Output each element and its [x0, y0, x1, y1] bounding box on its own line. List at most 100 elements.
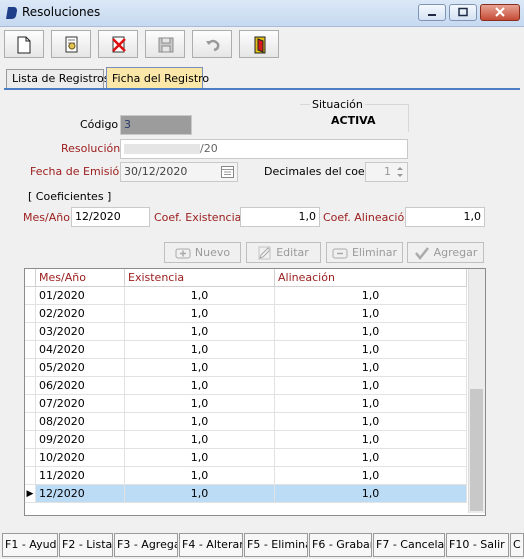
cell-mes-ano[interactable]: 10/2020 — [36, 449, 125, 467]
delete-button[interactable] — [98, 30, 138, 58]
cell-existencia[interactable]: 1,0 — [125, 467, 275, 485]
nuevo-button[interactable]: Nuevo — [164, 242, 241, 263]
cell-alineacion[interactable]: 1,0 — [275, 323, 467, 341]
save-button[interactable] — [145, 30, 185, 58]
cell-mes-ano[interactable]: 03/2020 — [36, 323, 125, 341]
table-row[interactable]: 03/2020 1,0 1,0 — [25, 323, 467, 341]
fecha-emision-value: 30/12/2020 — [124, 165, 188, 178]
eliminar-button[interactable]: Eliminar — [326, 242, 403, 263]
undo-button[interactable] — [192, 30, 232, 58]
fecha-emision-field[interactable]: 30/12/2020 — [120, 162, 238, 182]
cell-existencia[interactable]: 1,0 — [125, 395, 275, 413]
cell-alineacion[interactable]: 1,0 — [275, 467, 467, 485]
new-button[interactable] — [4, 30, 44, 58]
minimize-button[interactable] — [418, 4, 446, 21]
table-row[interactable]: 08/2020 1,0 1,0 — [25, 413, 467, 431]
redacted-block — [124, 144, 200, 154]
search-button[interactable] — [51, 30, 91, 58]
table-row[interactable]: 04/2020 1,0 1,0 — [25, 341, 467, 359]
grid-header: Mes/Año Existencia Alineación — [25, 269, 467, 287]
fkey-salir-button[interactable]: F10 - Salir — [446, 533, 509, 557]
cell-existencia[interactable]: 1,0 — [125, 377, 275, 395]
fkey-eliminar-button[interactable]: F5 - Eliminar — [244, 533, 308, 557]
cell-alineacion[interactable]: 1,0 — [275, 449, 467, 467]
cell-mes-ano[interactable]: 04/2020 — [36, 341, 125, 359]
mes-ano-field[interactable]: 12/2020 — [71, 207, 150, 227]
minimize-icon — [428, 14, 436, 16]
coef-alineacion-label: Coef. Alineación — [323, 211, 412, 224]
table-row[interactable]: 02/2020 1,0 1,0 — [25, 305, 467, 323]
cell-mes-ano[interactable]: 11/2020 — [36, 467, 125, 485]
cell-alineacion[interactable]: 1,0 — [275, 413, 467, 431]
cell-mes-ano[interactable]: 09/2020 — [36, 431, 125, 449]
codigo-field[interactable]: 3 — [120, 115, 192, 135]
coef-alineacion-field[interactable]: 1,0 — [405, 207, 485, 227]
cell-mes-ano[interactable]: 08/2020 — [36, 413, 125, 431]
agregar-button[interactable]: Agregar — [407, 242, 484, 263]
fkey-ayuda-button[interactable]: F1 - Ayuda — [2, 533, 58, 557]
table-row[interactable]: 06/2020 1,0 1,0 — [25, 377, 467, 395]
coef-existencias-field[interactable]: 1,0 — [240, 207, 320, 227]
nuevo-label: Nuevo — [194, 246, 231, 259]
cell-mes-ano[interactable]: 06/2020 — [36, 377, 125, 395]
table-row[interactable]: 10/2020 1,0 1,0 — [25, 449, 467, 467]
cell-existencia[interactable]: 1,0 — [125, 485, 275, 503]
scrollbar-thumb[interactable] — [470, 389, 483, 511]
fkey-alterar-button[interactable]: F4 - Alterar — [179, 533, 243, 557]
decimales-value: 1 — [384, 165, 391, 178]
cell-mes-ano[interactable]: 07/2020 — [36, 395, 125, 413]
vertical-scrollbar[interactable] — [468, 269, 485, 513]
fkey-lista-button[interactable]: F2 - Lista — [59, 533, 113, 557]
cell-mes-ano[interactable]: 01/2020 — [36, 287, 125, 305]
fkey-cancelar-button[interactable]: F7 - Cancelar — [373, 533, 445, 557]
column-header-mes-ano[interactable]: Mes/Año — [36, 269, 125, 287]
cell-alineacion[interactable]: 1,0 — [275, 485, 467, 503]
editar-button[interactable]: Editar — [246, 242, 321, 263]
cell-alineacion[interactable]: 1,0 — [275, 395, 467, 413]
add-icon — [175, 248, 191, 258]
close-button[interactable] — [480, 4, 520, 21]
cell-alineacion[interactable]: 1,0 — [275, 341, 467, 359]
cell-existencia[interactable]: 1,0 — [125, 431, 275, 449]
maximize-button[interactable] — [449, 4, 477, 21]
row-indicator — [25, 341, 36, 359]
table-row[interactable]: 01/2020 1,0 1,0 — [25, 287, 467, 305]
fkey-grabar-button[interactable]: F6 - Grabar — [309, 533, 372, 557]
tab-lista-de-registros[interactable]: Lista de Registros — [6, 69, 109, 88]
cell-existencia[interactable]: 1,0 — [125, 323, 275, 341]
calendar-icon[interactable] — [221, 166, 234, 178]
remove-icon — [332, 248, 348, 258]
cell-existencia[interactable]: 1,0 — [125, 287, 275, 305]
exit-button[interactable] — [239, 30, 279, 58]
resolucion-field[interactable]: /20 — [120, 139, 408, 159]
cell-mes-ano[interactable]: 02/2020 — [36, 305, 125, 323]
decimales-field[interactable]: 1 — [365, 162, 408, 182]
cell-existencia[interactable]: 1,0 — [125, 449, 275, 467]
cell-existencia[interactable]: 1,0 — [125, 305, 275, 323]
table-row[interactable]: 11/2020 1,0 1,0 — [25, 467, 467, 485]
fkey-agregar-button[interactable]: F3 - Agregar — [114, 533, 178, 557]
delete-icon — [112, 36, 126, 53]
cell-alineacion[interactable]: 1,0 — [275, 287, 467, 305]
row-indicator — [25, 305, 36, 323]
cell-existencia[interactable]: 1,0 — [125, 359, 275, 377]
table-row[interactable]: 05/2020 1,0 1,0 — [25, 359, 467, 377]
fkey-c-button[interactable]: C — [510, 533, 524, 557]
cell-alineacion[interactable]: 1,0 — [275, 359, 467, 377]
cell-mes-ano[interactable]: 05/2020 — [36, 359, 125, 377]
cell-mes-ano[interactable]: 12/2020 — [36, 485, 125, 503]
table-row[interactable]: ▶ 12/2020 1,0 1,0 — [25, 485, 467, 503]
column-header-alineacion[interactable]: Alineación — [275, 269, 467, 287]
row-indicator — [25, 395, 36, 413]
cell-existencia[interactable]: 1,0 — [125, 341, 275, 359]
cell-alineacion[interactable]: 1,0 — [275, 377, 467, 395]
cell-alineacion[interactable]: 1,0 — [275, 305, 467, 323]
column-header-existencia[interactable]: Existencia — [125, 269, 275, 287]
table-row[interactable]: 09/2020 1,0 1,0 — [25, 431, 467, 449]
spinner-arrows-icon[interactable] — [394, 164, 406, 180]
cell-alineacion[interactable]: 1,0 — [275, 431, 467, 449]
table-row[interactable]: 07/2020 1,0 1,0 — [25, 395, 467, 413]
coeficientes-grid[interactable]: Mes/Año Existencia Alineación 01/2020 1,0… — [24, 268, 486, 516]
cell-existencia[interactable]: 1,0 — [125, 413, 275, 431]
tab-ficha-del-registro[interactable]: Ficha del Registro — [106, 67, 209, 89]
